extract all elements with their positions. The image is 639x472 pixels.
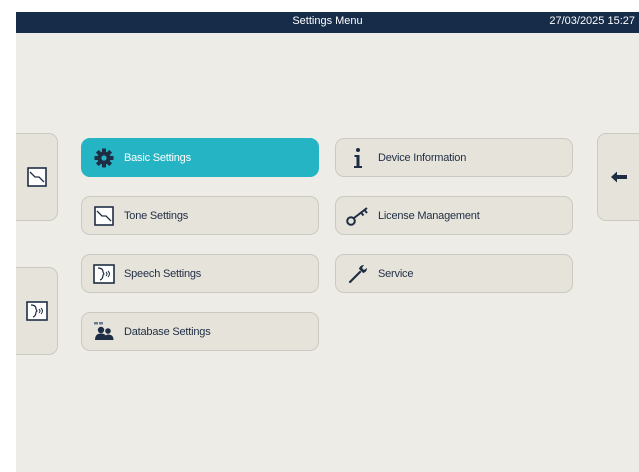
basic-settings-button[interactable]: Basic Settings	[81, 138, 319, 177]
speech-settings-button[interactable]: Speech Settings	[81, 254, 319, 293]
key-icon	[344, 202, 372, 230]
side-tab-tone[interactable]	[16, 133, 58, 221]
tone-settings-label: Tone Settings	[124, 209, 189, 222]
device-information-button[interactable]: Device Information	[335, 138, 573, 177]
page-title: Settings Menu	[292, 15, 363, 27]
device-information-label: Device Information	[378, 151, 467, 164]
license-management-button[interactable]: License Management	[335, 196, 573, 235]
tone-settings-button[interactable]: Tone Settings	[81, 196, 319, 235]
basic-settings-label: Basic Settings	[124, 151, 191, 164]
license-management-label: License Management	[378, 209, 480, 222]
speech-head-icon	[25, 301, 48, 321]
database-settings-label: Database Settings	[124, 325, 211, 338]
back-arrow-icon	[610, 171, 627, 183]
device-screen: Settings Menu 27/03/2025 15:27 Basic Set…	[16, 12, 639, 472]
speech-head-icon	[90, 260, 118, 288]
wrench-icon	[344, 260, 372, 288]
speech-settings-label: Speech Settings	[124, 267, 202, 280]
side-tab-speech[interactable]	[16, 267, 58, 355]
back-button[interactable]	[597, 133, 639, 221]
database-settings-button[interactable]: Database Settings	[81, 312, 319, 351]
service-label: Service	[378, 267, 414, 280]
tone-curve-icon	[90, 202, 118, 230]
date-time: 27/03/2025 15:27	[549, 15, 635, 27]
title-bar: Settings Menu 27/03/2025 15:27	[16, 12, 639, 33]
gear-icon	[90, 144, 118, 172]
tone-curve-icon	[26, 167, 47, 187]
service-button[interactable]: Service	[335, 254, 573, 293]
users-database-icon	[90, 318, 118, 346]
info-icon	[344, 144, 372, 172]
